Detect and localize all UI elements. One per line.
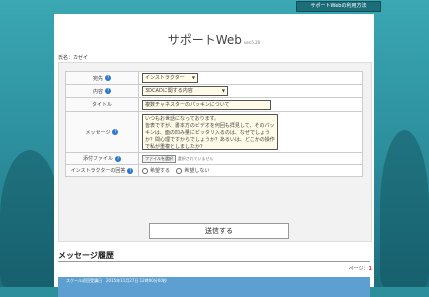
help-icon[interactable]: ? xyxy=(115,155,121,162)
title-input[interactable]: 複数チャネスターのパッキンについて xyxy=(142,99,271,110)
help-icon[interactable]: ? xyxy=(112,129,119,135)
instructor-reply-label: インストラクターの回答? xyxy=(65,164,139,177)
user-name-label: 氏名：カゼイ xyxy=(58,55,89,61)
history-heading: メッセージ履歴 xyxy=(58,251,114,260)
title-label: タイトル xyxy=(65,97,139,112)
page-number[interactable]: 1 xyxy=(369,266,372,272)
message-textarea[interactable]: いつもお世話になっております。 皆表ですが、書本方のビデオを何回も拝見して、その… xyxy=(142,114,278,150)
pagination: ページ：1 xyxy=(348,266,372,272)
help-icon[interactable]: ? xyxy=(127,167,134,174)
coral-decoration-right xyxy=(380,130,429,287)
help-icon[interactable]: ? xyxy=(105,88,111,94)
main-panel: サポートWeb ver.5.20 氏名：カゼイ 宛先? インストラクター ▼ 内容?… xyxy=(54,14,374,297)
message-form: 宛先? インストラクター ▼ 内容? 3DCADに関する内容 ▼ タイトル 複数チャ… xyxy=(58,62,372,242)
history-item[interactable]: スクール初回受講日 2015年11月27日 12時00分00秒 xyxy=(58,277,370,297)
reply-yes-radio[interactable] xyxy=(142,167,148,174)
help-icon[interactable]: ? xyxy=(105,75,111,81)
destination-label: 宛先? xyxy=(65,71,139,85)
choose-file-button[interactable]: ファイルを選択 xyxy=(142,154,176,163)
content-select[interactable]: 3DCADに関する内容 ▼ xyxy=(142,86,228,96)
reply-no-label: 希望しない xyxy=(184,168,210,174)
coral-decoration-left xyxy=(0,150,60,287)
reply-yes-label: 希望する xyxy=(150,168,171,174)
chevron-down-icon: ▼ xyxy=(221,88,225,93)
form-table: 宛先? インストラクター ▼ 内容? 3DCADに関する内容 ▼ タイトル 複数チャ… xyxy=(65,71,363,177)
content-label: 内容? xyxy=(65,84,139,98)
message-label: メッセージ? xyxy=(65,111,139,153)
page-title: サポートWeb ver.5.20 xyxy=(167,33,261,47)
divider xyxy=(58,261,370,262)
reply-no-radio[interactable] xyxy=(176,167,183,174)
attachment-label: 添付ファイル? xyxy=(65,152,139,165)
destination-select[interactable]: インストラクター ▼ xyxy=(142,73,198,83)
chevron-down-icon: ▼ xyxy=(191,75,195,80)
usage-guide-button[interactable]: サポートWebの利用方法 xyxy=(296,1,381,12)
version-label: ver.5.20 xyxy=(243,40,261,45)
send-button[interactable]: 送信する xyxy=(149,223,289,239)
file-status: 選択されていません xyxy=(177,155,214,161)
